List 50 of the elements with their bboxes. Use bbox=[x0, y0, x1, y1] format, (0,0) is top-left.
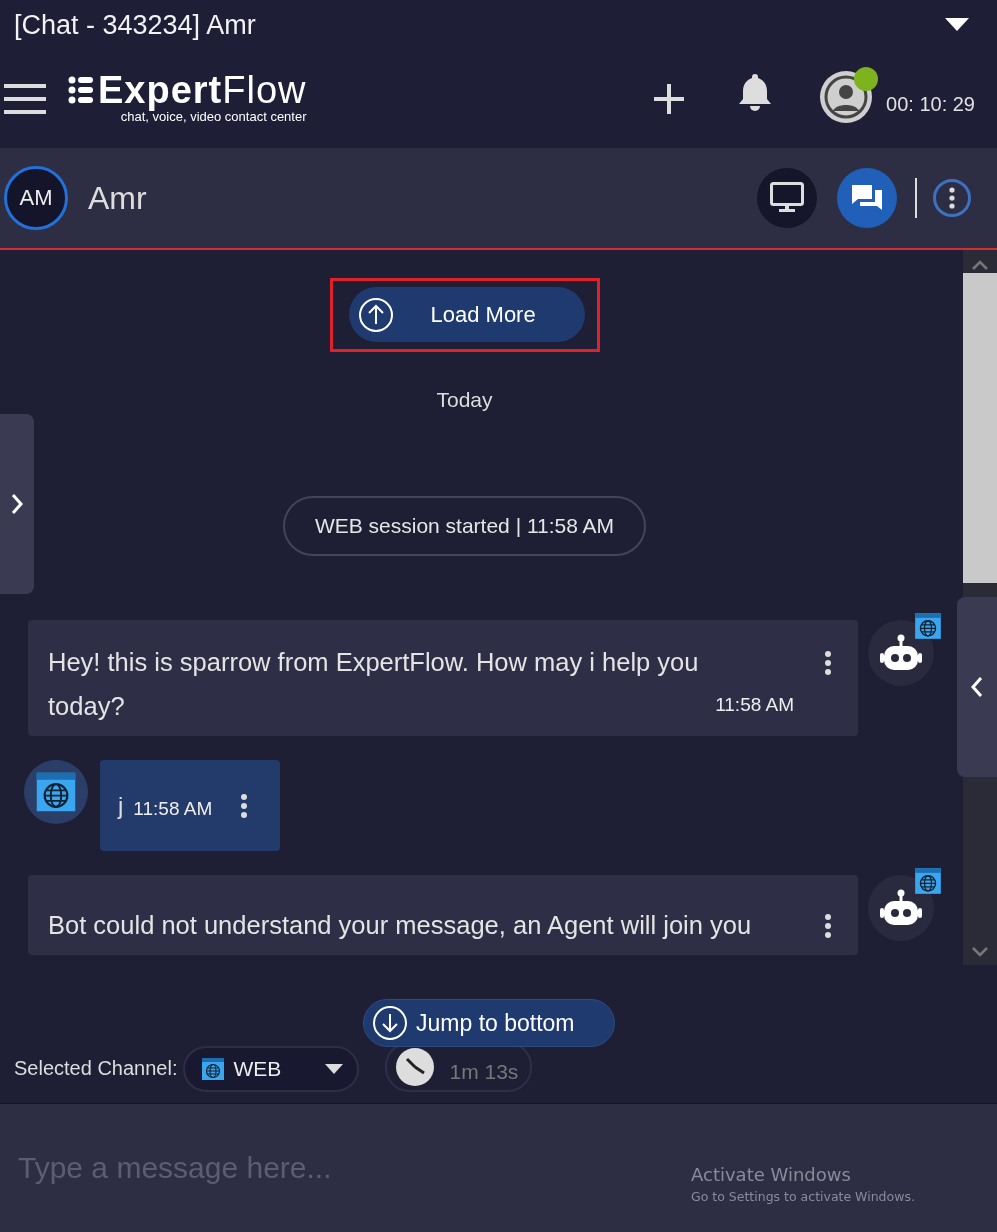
message-time: 11:58 AM bbox=[133, 797, 213, 820]
robot-icon bbox=[880, 889, 922, 927]
menu-icon[interactable] bbox=[4, 84, 46, 114]
clock-icon bbox=[395, 1047, 436, 1087]
contact-name: Amr bbox=[88, 179, 148, 217]
jump-to-bottom-button[interactable]: Jump to bottom bbox=[363, 999, 615, 1047]
message-text: Bot could not understand your message, an Agent will join you bbox=[48, 910, 753, 941]
chevron-left-icon bbox=[971, 676, 983, 698]
duration-text: 1m 13s bbox=[449, 1060, 519, 1084]
message-text: Hey! this is sparrow from ExpertFlow. How may i help you today? bbox=[48, 647, 700, 722]
monitor-icon bbox=[770, 182, 804, 214]
channel-label: Selected Channel: bbox=[14, 1057, 178, 1080]
brand-logo: ExpertFlow bbox=[98, 68, 307, 112]
channel-dropdown[interactable]: WEB bbox=[183, 1046, 360, 1092]
more-options-icon[interactable] bbox=[824, 650, 832, 676]
left-panel-toggle[interactable] bbox=[0, 414, 34, 594]
kebab-icon bbox=[949, 187, 955, 209]
right-panel-toggle[interactable] bbox=[957, 597, 997, 777]
more-options-button[interactable] bbox=[933, 179, 971, 217]
activation-notice-title: Activate Windows bbox=[691, 1164, 852, 1185]
globe-icon bbox=[35, 771, 77, 813]
arrow-up-circle-icon bbox=[356, 295, 395, 334]
scroll-up-icon[interactable] bbox=[972, 260, 988, 270]
logo-dots-icon bbox=[68, 76, 94, 104]
globe-icon bbox=[914, 867, 942, 895]
date-divider: Today bbox=[436, 388, 493, 412]
globe-icon bbox=[201, 1057, 226, 1081]
load-more-button[interactable]: Load More bbox=[348, 287, 585, 342]
dropdown-caret-icon[interactable] bbox=[945, 18, 969, 32]
window-title: [Chat - 343234] Amr bbox=[14, 9, 256, 41]
chat-bubbles-icon bbox=[850, 183, 884, 213]
globe-icon bbox=[914, 612, 942, 640]
dropdown-caret-icon bbox=[325, 1063, 344, 1075]
session-timer: 00: 10: 29 bbox=[886, 92, 975, 116]
screen-view-button[interactable] bbox=[757, 168, 817, 228]
more-options-icon[interactable] bbox=[824, 913, 832, 939]
robot-icon bbox=[880, 634, 922, 672]
more-options-icon[interactable] bbox=[240, 792, 249, 819]
arrow-down-circle-icon bbox=[372, 1005, 408, 1041]
scrollbar-thumb[interactable] bbox=[963, 273, 997, 583]
scroll-down-icon[interactable] bbox=[972, 947, 988, 957]
chevron-right-icon bbox=[11, 493, 23, 515]
session-notice: WEB session started | 11:58 AM bbox=[282, 496, 647, 556]
activation-notice-text: Go to Settings to activate Windows. bbox=[691, 1189, 915, 1204]
contact-avatar: AM bbox=[4, 166, 68, 230]
plus-icon[interactable] bbox=[654, 84, 685, 114]
message-text: j bbox=[118, 791, 124, 820]
bell-icon[interactable] bbox=[738, 73, 773, 111]
message-time: 11:58 AM bbox=[715, 694, 794, 716]
chat-view-button[interactable] bbox=[837, 168, 897, 228]
